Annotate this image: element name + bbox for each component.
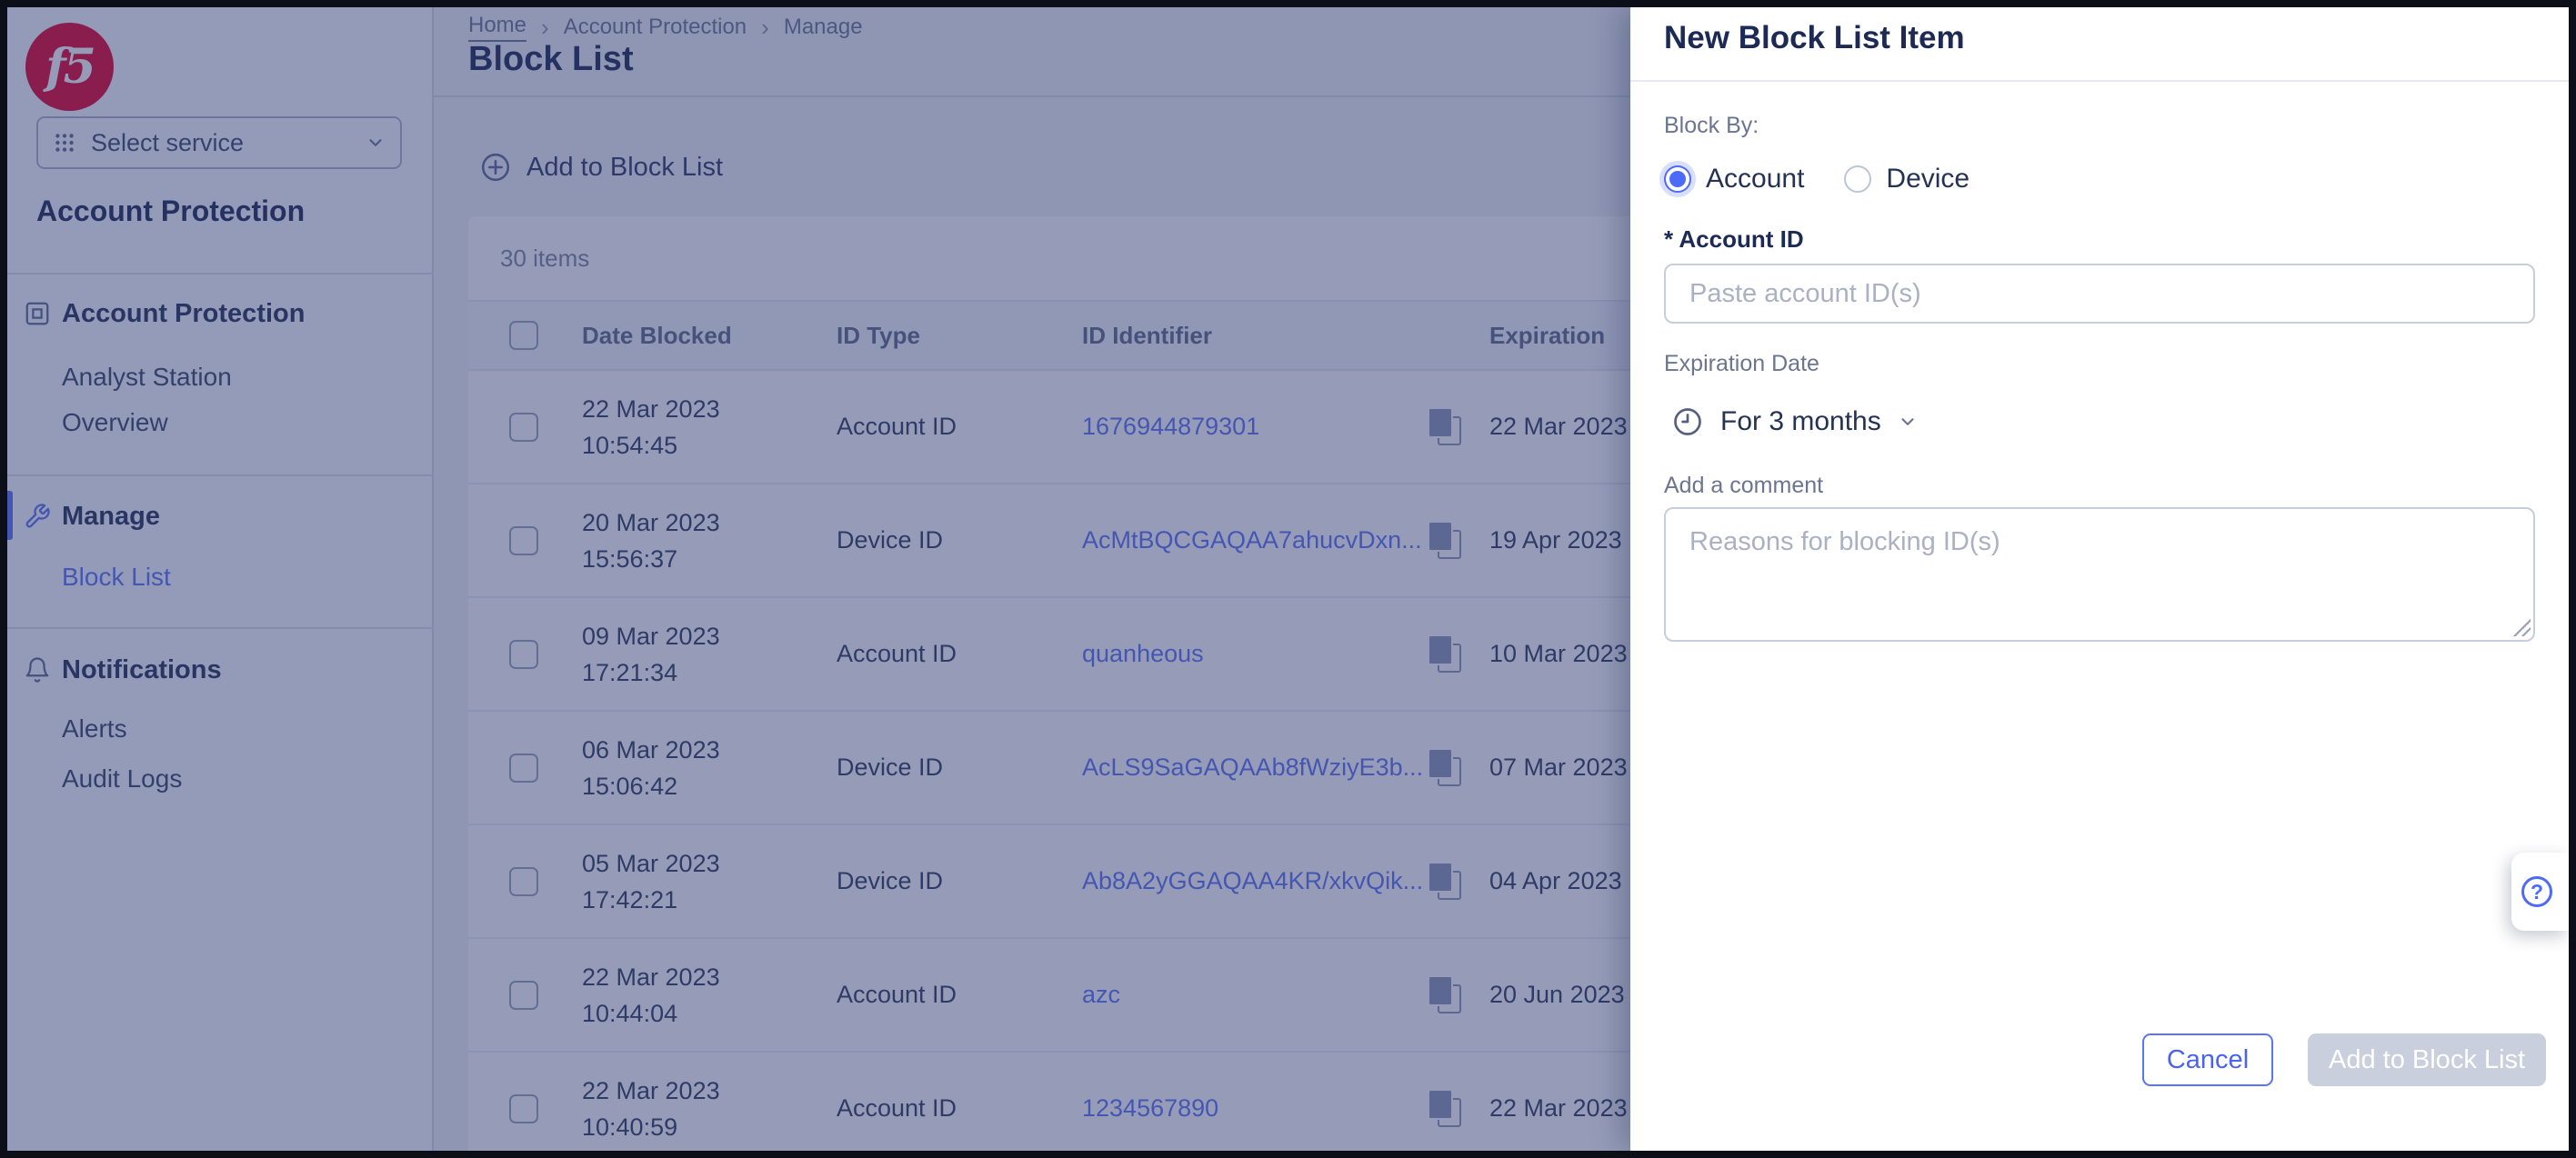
account-radio-label[interactable]: Account bbox=[1706, 164, 1804, 195]
new-block-list-item-panel: New Block List Item Block By: Account De… bbox=[1630, 7, 2569, 1151]
panel-title-divider bbox=[1630, 80, 2569, 82]
account-id-input[interactable] bbox=[1664, 264, 2535, 324]
panel-title: New Block List Item bbox=[1664, 20, 1965, 56]
question-circle-icon: ? bbox=[2521, 876, 2552, 907]
help-button[interactable]: ? bbox=[2511, 853, 2569, 931]
modal-backdrop[interactable] bbox=[7, 7, 1630, 1151]
expiration-dropdown-value: For 3 months bbox=[1720, 406, 1881, 437]
account-id-label: * Account ID bbox=[1664, 225, 1804, 254]
device-radio-label[interactable]: Device bbox=[1886, 164, 1970, 195]
add-to-block-list-submit-button[interactable]: Add to Block List bbox=[2308, 1033, 2546, 1086]
clock-icon bbox=[1671, 405, 1704, 438]
account-radio[interactable] bbox=[1664, 165, 1691, 193]
device-radio[interactable] bbox=[1844, 165, 1871, 193]
app-window: f5 Select service Account Protection bbox=[0, 0, 2576, 1158]
block-by-radio-group: Account Device bbox=[1664, 164, 1970, 195]
expiration-dropdown[interactable]: For 3 months bbox=[1671, 405, 1918, 438]
comment-textarea[interactable] bbox=[1664, 507, 2535, 642]
cancel-button[interactable]: Cancel bbox=[2142, 1033, 2273, 1086]
comment-label: Add a comment bbox=[1664, 473, 1823, 499]
expiration-date-label: Expiration Date bbox=[1664, 351, 1819, 377]
block-by-label: Block By: bbox=[1664, 113, 1759, 139]
chevron-down-icon bbox=[1898, 412, 1918, 432]
